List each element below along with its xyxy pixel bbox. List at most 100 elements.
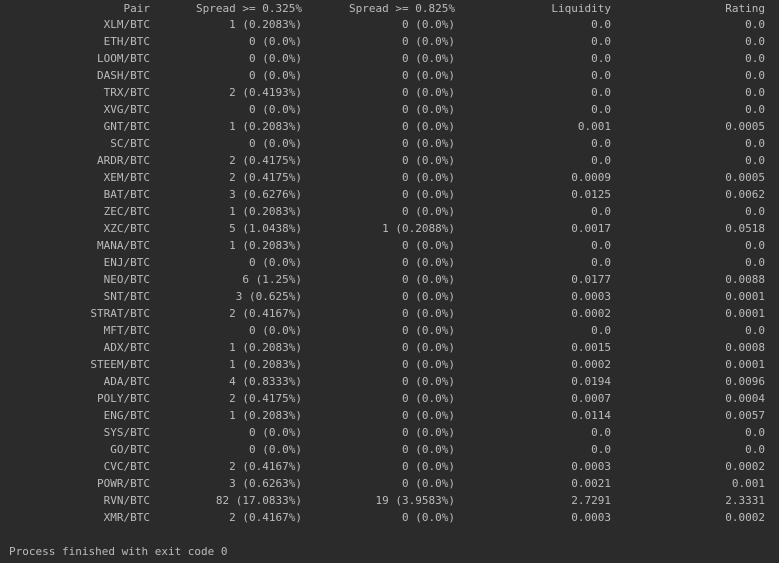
- cell-spread-2: 0 (0.0%): [402, 307, 455, 320]
- header-rating: Rating: [725, 2, 765, 15]
- cell-spread-1: 1 (0.2083%): [229, 358, 302, 371]
- cell-spread-2: 0 (0.0%): [402, 171, 455, 184]
- cell-rating: 0.0: [745, 103, 765, 116]
- cell-pair: BAT/BTC: [103, 188, 150, 201]
- cell-liquidity: 0.0007: [571, 392, 611, 405]
- cell-liquidity: 0.0: [591, 205, 611, 218]
- cell-rating: 0.0008: [725, 341, 765, 354]
- cell-rating: 0.0: [745, 324, 765, 337]
- cell-liquidity: 0.0: [591, 443, 611, 456]
- table-row: ARDR/BTC 2 (0.4175%) 0 (0.0%) 0.0 0.0: [0, 152, 779, 169]
- cell-pair: ADA/BTC: [103, 375, 150, 388]
- cell-rating: 0.0001: [725, 290, 765, 303]
- cell-pair: LOOM/BTC: [97, 52, 150, 65]
- cell-spread-1: 0 (0.0%): [249, 35, 302, 48]
- cell-spread-2: 0 (0.0%): [402, 426, 455, 439]
- cell-spread-2: 0 (0.0%): [402, 460, 455, 473]
- run-console[interactable]: Pair Spread >= 0.325% Spread >= 0.825% L…: [0, 0, 779, 563]
- cell-spread-1: 0 (0.0%): [249, 52, 302, 65]
- cell-pair: SC/BTC: [110, 137, 150, 150]
- cell-rating: 0.0001: [725, 307, 765, 320]
- cell-spread-2: 0 (0.0%): [402, 86, 455, 99]
- table-row: XEM/BTC 2 (0.4175%) 0 (0.0%) 0.0009 0.0005: [0, 169, 779, 186]
- cell-spread-1: 2 (0.4175%): [229, 392, 302, 405]
- cell-rating: 0.0518: [725, 222, 765, 235]
- cell-rating: 0.0: [745, 18, 765, 31]
- cell-spread-2: 0 (0.0%): [402, 511, 455, 524]
- cell-rating: 0.0: [745, 426, 765, 439]
- cell-liquidity: 0.0177: [571, 273, 611, 286]
- cell-pair: STRAT/BTC: [90, 307, 150, 320]
- cell-spread-2: 0 (0.0%): [402, 375, 455, 388]
- cell-spread-2: 0 (0.0%): [402, 273, 455, 286]
- cell-rating: 2.3331: [725, 494, 765, 507]
- table-row: LOOM/BTC 0 (0.0%) 0 (0.0%) 0.0 0.0: [0, 50, 779, 67]
- table-row: STEEM/BTC 1 (0.2083%) 0 (0.0%) 0.0002 0.0001: [0, 356, 779, 373]
- cell-spread-1: 0 (0.0%): [249, 426, 302, 439]
- cell-liquidity: 2.7291: [571, 494, 611, 507]
- cell-pair: ENJ/BTC: [103, 256, 150, 269]
- table-row: XZC/BTC 5 (1.0438%) 1 (0.2088%) 0.0017 0.051…: [0, 220, 779, 237]
- cell-spread-1: 0 (0.0%): [249, 443, 302, 456]
- exit-message: Process finished with exit code 0: [9, 545, 228, 558]
- cell-rating: 0.0: [745, 35, 765, 48]
- table-row: ENG/BTC 1 (0.2083%) 0 (0.0%) 0.0114 0.0057: [0, 407, 779, 424]
- cell-liquidity: 0.0015: [571, 341, 611, 354]
- cell-liquidity: 0.0: [591, 154, 611, 167]
- table-row: CVC/BTC 2 (0.4167%) 0 (0.0%) 0.0003 0.0002: [0, 458, 779, 475]
- cell-spread-2: 0 (0.0%): [402, 154, 455, 167]
- table-row: SYS/BTC 0 (0.0%) 0 (0.0%) 0.0 0.0: [0, 424, 779, 441]
- table-row: ADA/BTC 4 (0.8333%) 0 (0.0%) 0.0194 0.0096: [0, 373, 779, 390]
- cell-spread-1: 6 (1.25%): [242, 273, 302, 286]
- cell-liquidity: 0.0125: [571, 188, 611, 201]
- table-row: MANA/BTC 1 (0.2083%) 0 (0.0%) 0.0 0.0: [0, 237, 779, 254]
- cell-liquidity: 0.0002: [571, 307, 611, 320]
- table-row: POWR/BTC 3 (0.6263%) 0 (0.0%) 0.0021 0.001: [0, 475, 779, 492]
- cell-liquidity: 0.0021: [571, 477, 611, 490]
- cell-spread-1: 1 (0.2083%): [229, 239, 302, 252]
- cell-rating: 0.0005: [725, 171, 765, 184]
- cell-spread-2: 0 (0.0%): [402, 120, 455, 133]
- cell-spread-1: 1 (0.2083%): [229, 120, 302, 133]
- table-row: GO/BTC 0 (0.0%) 0 (0.0%) 0.0 0.0: [0, 441, 779, 458]
- header-spread-1: Spread >= 0.325%: [196, 2, 302, 15]
- cell-rating: 0.0: [745, 86, 765, 99]
- cell-spread-1: 2 (0.4193%): [229, 86, 302, 99]
- cell-rating: 0.0: [745, 69, 765, 82]
- header-pair: Pair: [123, 2, 151, 15]
- table-row: DASH/BTC 0 (0.0%) 0 (0.0%) 0.0 0.0: [0, 67, 779, 84]
- cell-spread-2: 0 (0.0%): [402, 103, 455, 116]
- table-row: NEO/BTC 6 (1.25%) 0 (0.0%) 0.0177 0.0088: [0, 271, 779, 288]
- table-row: ETH/BTC 0 (0.0%) 0 (0.0%) 0.0 0.0: [0, 33, 779, 50]
- cell-spread-2: 0 (0.0%): [402, 409, 455, 422]
- cell-liquidity: 0.0003: [571, 511, 611, 524]
- cell-spread-1: 3 (0.6263%): [229, 477, 302, 490]
- cell-spread-2: 0 (0.0%): [402, 358, 455, 371]
- cell-spread-2: 0 (0.0%): [402, 239, 455, 252]
- table-row: GNT/BTC 1 (0.2083%) 0 (0.0%) 0.001 0.0005: [0, 118, 779, 135]
- cell-spread-2: 1 (0.2088%): [382, 222, 455, 235]
- cell-pair: GNT/BTC: [103, 120, 150, 133]
- cell-rating: 0.0: [745, 154, 765, 167]
- cell-rating: 0.0096: [725, 375, 765, 388]
- cell-spread-1: 2 (0.4167%): [229, 460, 302, 473]
- table-row: SC/BTC 0 (0.0%) 0 (0.0%) 0.0 0.0: [0, 135, 779, 152]
- cell-spread-2: 0 (0.0%): [402, 324, 455, 337]
- cell-pair: XVG/BTC: [103, 103, 150, 116]
- cell-liquidity: 0.0: [591, 103, 611, 116]
- cell-liquidity: 0.0114: [571, 409, 611, 422]
- table-row: ENJ/BTC 0 (0.0%) 0 (0.0%) 0.0 0.0: [0, 254, 779, 271]
- cell-liquidity: 0.0: [591, 324, 611, 337]
- cell-spread-1: 0 (0.0%): [249, 137, 302, 150]
- cell-pair: DASH/BTC: [97, 69, 150, 82]
- table-row: MFT/BTC 0 (0.0%) 0 (0.0%) 0.0 0.0: [0, 322, 779, 339]
- table-row: XVG/BTC 0 (0.0%) 0 (0.0%) 0.0 0.0: [0, 101, 779, 118]
- cell-rating: 0.0057: [725, 409, 765, 422]
- cell-spread-2: 0 (0.0%): [402, 290, 455, 303]
- cell-pair: MANA/BTC: [97, 239, 150, 252]
- header-spread-2: Spread >= 0.825%: [349, 2, 455, 15]
- cell-rating: 0.0088: [725, 273, 765, 286]
- cell-liquidity: 0.0194: [571, 375, 611, 388]
- cell-spread-2: 0 (0.0%): [402, 341, 455, 354]
- cell-liquidity: 0.0: [591, 426, 611, 439]
